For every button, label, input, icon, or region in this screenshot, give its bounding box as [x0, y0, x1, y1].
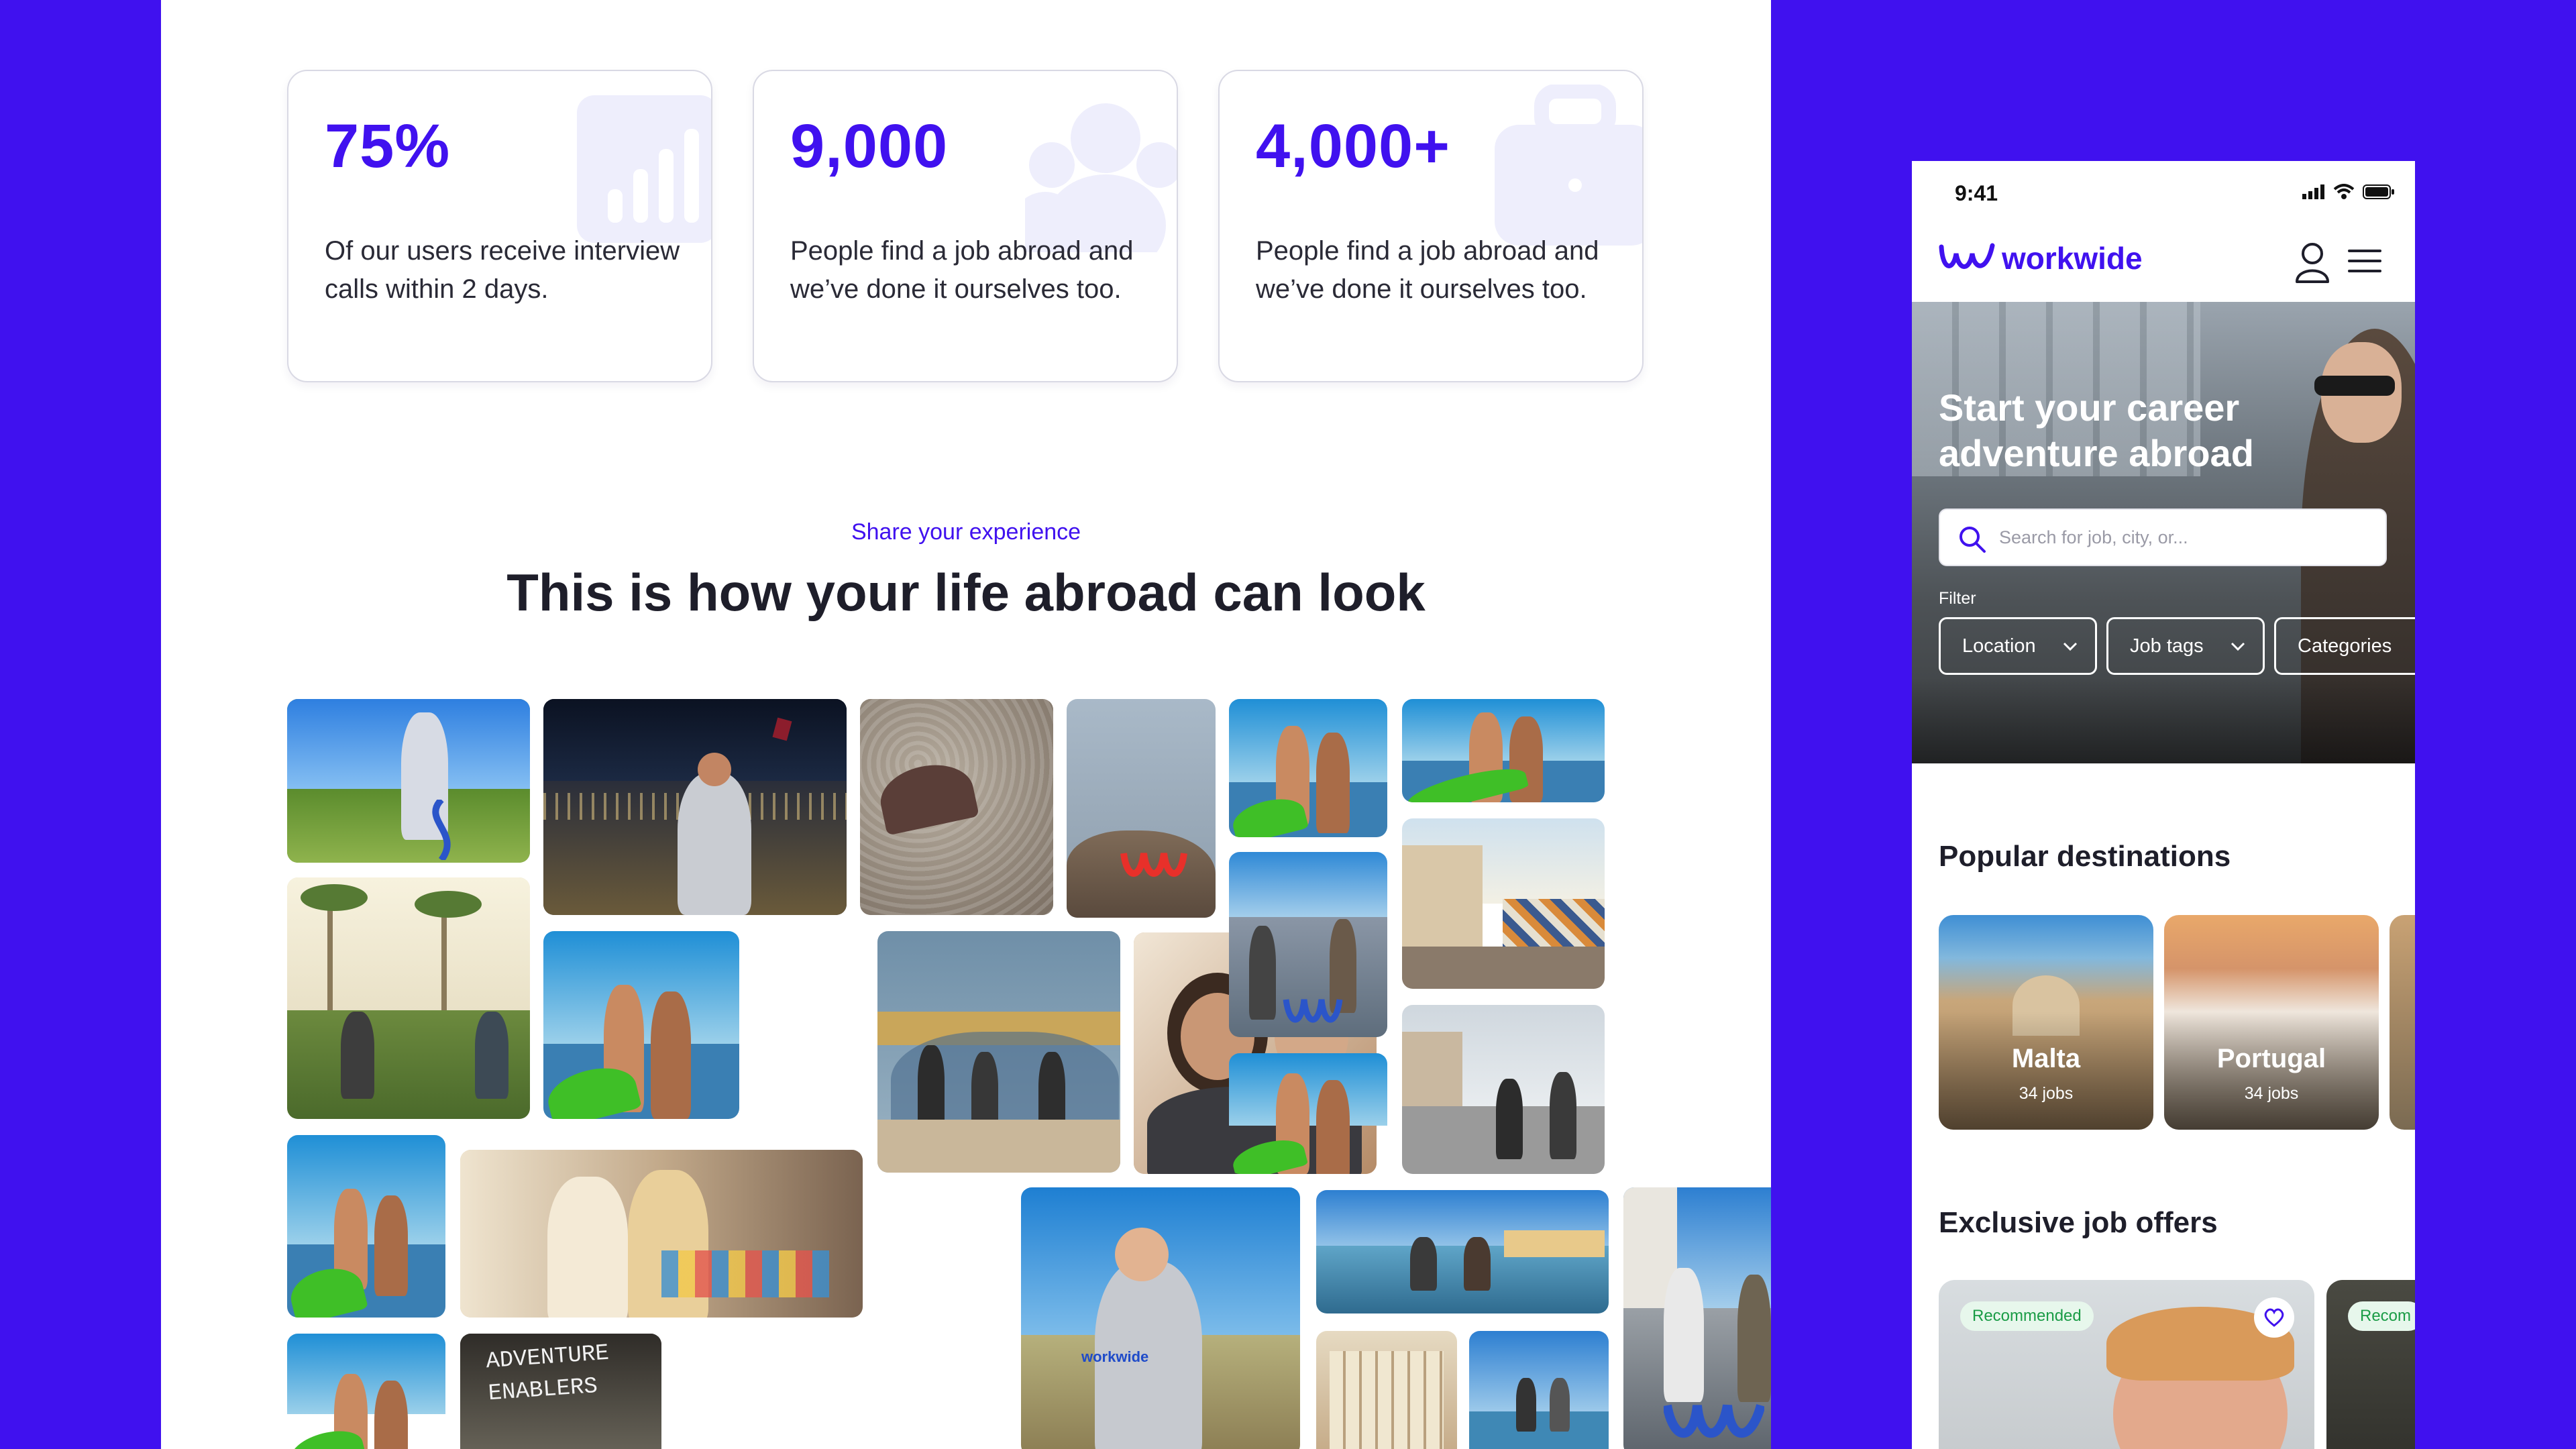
gallery-photo: [1316, 1331, 1457, 1449]
battery-icon: [2363, 184, 2394, 199]
mobile-mockup: 9:41 workwide Start your career adventur…: [1912, 161, 2415, 1449]
job-offer-card[interactable]: Recommended: [1939, 1280, 2314, 1449]
gallery-photo: [877, 931, 1120, 1173]
job-offer-card-partial[interactable]: Recom: [2326, 1280, 2415, 1449]
gallery-photo: [1402, 818, 1605, 989]
hero-banner: Start your career adventure abroad Searc…: [1912, 302, 2415, 763]
hamburger-menu-icon[interactable]: [2348, 248, 2381, 274]
destination-card-portugal[interactable]: Portugal 34 jobs: [2164, 915, 2379, 1130]
workwide-logo-icon: [1939, 243, 1995, 269]
gallery-photo: [1067, 699, 1216, 918]
gallery-photo: [287, 699, 530, 863]
section-title: This is how your life abroad can look: [506, 563, 1426, 622]
gallery-photo: [287, 1135, 445, 1318]
signal-icon: [2302, 184, 2324, 199]
popular-destinations-title: Popular destinations: [1939, 840, 2231, 873]
gallery-photo: [1623, 1187, 1771, 1449]
destination-card-partial[interactable]: [2390, 915, 2415, 1130]
gallery-photo: [1316, 1190, 1609, 1313]
gallery-photo: [1402, 699, 1605, 802]
gallery-photo: [1229, 1053, 1387, 1174]
stat-value: 9,000: [790, 112, 949, 180]
gallery-photo: [543, 931, 739, 1119]
people-group-icon: [1025, 103, 1177, 252]
filter-job-tags-dropdown[interactable]: Job tags: [2106, 617, 2265, 675]
brand-logo[interactable]: workwide: [1939, 240, 2143, 276]
gallery-photo: [460, 1150, 863, 1318]
filter-location-dropdown[interactable]: Location: [1939, 617, 2097, 675]
bar-chart-icon: [577, 95, 711, 243]
destination-name: Malta: [2011, 1044, 2081, 1073]
stat-value: 4,000+: [1256, 112, 1450, 180]
stat-card: 4,000+ People find a job abroad and we’v…: [1218, 70, 1644, 382]
filter-label: Filter: [1939, 589, 1976, 608]
chevron-down-icon: [2231, 642, 2245, 651]
gallery-photo: [1402, 1005, 1605, 1174]
destination-jobs: 34 jobs: [2019, 1084, 2074, 1103]
gallery-photo: [860, 699, 1053, 915]
gallery-photo: [543, 699, 847, 915]
wifi-icon: [2333, 184, 2355, 199]
status-icons: [2302, 184, 2395, 200]
search-input[interactable]: Search for job, city, or...: [1939, 508, 2387, 566]
search-placeholder: Search for job, city, or...: [1999, 527, 2188, 547]
filter-chip-label: Job tags: [2130, 635, 2204, 657]
gallery-photo: [1469, 1331, 1609, 1449]
recommended-badge: Recom: [2348, 1301, 2415, 1331]
stat-card: 75% Of our users receive interview calls…: [287, 70, 712, 382]
stat-description: People find a job abroad and we’ve done …: [1256, 236, 1599, 304]
shirt-logo-text: workwide: [1081, 1348, 1149, 1365]
gallery-photo: [1229, 699, 1387, 837]
recommended-badge: Recommended: [1960, 1301, 2094, 1331]
chevron-down-icon: [2063, 642, 2078, 651]
stat-value: 75%: [325, 112, 451, 180]
destination-card-malta[interactable]: Malta 34 jobs: [1939, 915, 2153, 1130]
gallery-photo: ADVENTURE ENABLERS: [460, 1334, 661, 1449]
search-icon: [1960, 527, 1986, 553]
hero-title: Start your career adventure abroad: [1939, 386, 2254, 474]
favorite-button[interactable]: [2254, 1297, 2294, 1338]
destination-name: Portugal: [2216, 1044, 2326, 1073]
gallery-photo: [287, 877, 530, 1119]
briefcase-icon: [1495, 85, 1642, 246]
filter-chip-label: Categories: [2298, 635, 2392, 657]
adventure-sign-text: ADVENTURE ENABLERS: [485, 1340, 610, 1407]
section-eyebrow: Share your experience: [851, 519, 1081, 545]
stat-description: Of our users receive interview calls wit…: [325, 236, 680, 304]
brand-name: workwide: [2002, 241, 2143, 276]
user-account-icon[interactable]: [2294, 241, 2330, 283]
status-time: 9:41: [1955, 181, 1998, 205]
exclusive-jobs-title: Exclusive job offers: [1939, 1206, 2218, 1239]
destination-jobs: 34 jobs: [2244, 1084, 2299, 1103]
filter-categories-dropdown[interactable]: Categories: [2274, 617, 2415, 675]
gallery-photo: [1229, 852, 1387, 1037]
filter-chip-label: Location: [1962, 635, 2036, 657]
stat-description: People find a job abroad and we’ve done …: [790, 236, 1134, 304]
heart-icon: [2264, 1308, 2284, 1327]
gallery-photo: workwide: [1021, 1187, 1300, 1449]
desktop-page: 75% Of our users receive interview calls…: [161, 0, 1771, 1449]
gallery-photo: [287, 1334, 445, 1449]
stat-card: 9,000 People find a job abroad and we’ve…: [753, 70, 1178, 382]
